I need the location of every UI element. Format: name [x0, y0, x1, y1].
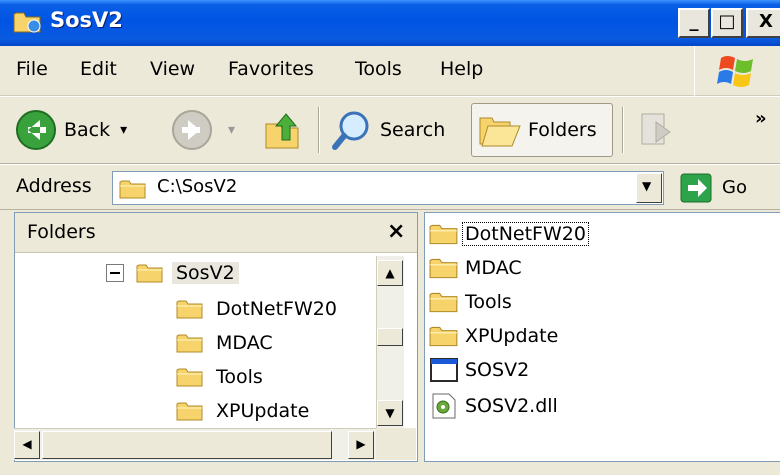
maximize-button[interactable]: □: [711, 8, 743, 38]
search-label: Search: [380, 119, 446, 141]
toolbar-separator-2: [622, 107, 624, 153]
scroll-corner: [376, 428, 416, 460]
folders-pane-header: Folders ×: [15, 213, 417, 253]
toolbar-separator: [318, 107, 320, 153]
tree-item-label: MDAC: [216, 332, 273, 354]
file-item-xpupdate[interactable]: XPUpdate: [429, 319, 560, 353]
file-item-label: MDAC: [465, 257, 522, 279]
address-value: C:\SosV2: [157, 176, 238, 197]
folder-icon: [429, 256, 459, 280]
forward-dropdown-icon[interactable]: ▾: [228, 122, 235, 138]
folder-icon: [176, 332, 204, 354]
tree-item-xpupdate[interactable]: XPUpdate: [176, 394, 313, 428]
dll-icon: [432, 393, 456, 419]
address-label: Address: [16, 175, 92, 197]
address-bar: Address C:\SosV2 ▼ Go: [0, 164, 780, 210]
search-icon: [332, 111, 369, 150]
address-input[interactable]: C:\SosV2: [112, 171, 664, 205]
tree-item-label: XPUpdate: [216, 400, 310, 422]
window-title: SosV2: [50, 8, 123, 32]
file-item-label: DotNetFW20: [462, 222, 589, 246]
scroll-left-button[interactable]: ◀: [14, 431, 40, 459]
horizontal-scroll-thumb[interactable]: [42, 431, 332, 459]
address-dropdown-button[interactable]: ▼: [636, 173, 662, 203]
folders-label: Folders: [528, 119, 597, 141]
folder-icon: [429, 324, 459, 348]
back-dropdown-icon[interactable]: ▾: [120, 122, 127, 138]
tree-item-tools[interactable]: Tools: [176, 360, 267, 394]
minimize-button[interactable]: _: [678, 8, 710, 38]
explorer-window: SosV2 _ □ X File Edit View Favorites Too…: [0, 0, 780, 475]
back-label: Back: [64, 119, 111, 141]
menu-help[interactable]: Help: [440, 58, 483, 80]
forward-button[interactable]: ▾: [170, 97, 235, 163]
folders-vertical-scrollbar[interactable]: ▲ ▼: [376, 256, 404, 428]
file-item-sosv2[interactable]: SOSV2: [429, 353, 531, 387]
tree-item-root[interactable]: SosV2: [136, 256, 239, 290]
collapse-toggle[interactable]: [106, 264, 124, 282]
file-item-label: XPUpdate: [465, 325, 559, 347]
move-to-icon: [641, 113, 671, 145]
menu-tools[interactable]: Tools: [355, 58, 402, 80]
folder-icon: [176, 366, 204, 388]
application-icon: [430, 358, 458, 382]
back-button[interactable]: Back ▾: [14, 97, 127, 163]
vertical-scroll-thumb[interactable]: [377, 328, 403, 346]
address-folder-icon: [119, 178, 147, 200]
back-arrow-icon: [16, 110, 56, 150]
menu-bar: File Edit View Favorites Tools Help: [0, 46, 780, 96]
tree-item-mdac[interactable]: MDAC: [176, 326, 277, 360]
file-item-sosv2-dll[interactable]: SOSV2.dll: [429, 389, 560, 423]
folder-icon: [136, 262, 164, 284]
up-folder-icon: [265, 113, 299, 149]
tree-item-label: Tools: [216, 366, 263, 388]
close-button[interactable]: X: [746, 8, 780, 38]
close-pane-icon[interactable]: ×: [387, 219, 405, 244]
folders-button[interactable]: Folders: [471, 103, 613, 157]
scroll-up-button[interactable]: ▲: [377, 260, 403, 286]
folders-horizontal-scrollbar[interactable]: ◀ ▶: [14, 428, 376, 460]
chevron-down-icon: ▼: [642, 179, 652, 193]
bottom-frame: [0, 462, 780, 475]
file-item-mdac[interactable]: MDAC: [429, 251, 524, 285]
file-list-pane: DotNetFW20 MDAC Tools XPUpdate SOSV2 SOS…: [424, 212, 780, 462]
tree-item-dotnetfw20[interactable]: DotNetFW20: [176, 292, 341, 326]
file-item-label: Tools: [465, 291, 512, 313]
folder-icon: [176, 400, 204, 422]
tree-item-label: SosV2: [172, 262, 239, 284]
folder-icon: [176, 298, 204, 320]
menu-favorites[interactable]: Favorites: [228, 58, 314, 80]
search-button[interactable]: Search: [330, 97, 445, 163]
folder-icon: [429, 222, 459, 246]
up-folder-button[interactable]: [262, 97, 306, 163]
menu-file[interactable]: File: [16, 58, 48, 80]
folders-pane-title: Folders: [27, 221, 96, 243]
menu-edit[interactable]: Edit: [80, 58, 117, 80]
file-item-label: SOSV2: [465, 359, 530, 381]
folder-icon: [429, 290, 459, 314]
windows-logo-icon: [717, 56, 753, 87]
move-to-button[interactable]: [636, 97, 680, 163]
toolbar-more-icon[interactable]: »: [755, 108, 767, 129]
go-arrow-icon[interactable]: [680, 173, 712, 203]
file-item-dotnetfw20[interactable]: DotNetFW20: [429, 217, 589, 251]
scroll-down-button[interactable]: ▼: [377, 400, 403, 426]
forward-arrow-icon: [172, 110, 212, 150]
menu-view[interactable]: View: [150, 58, 195, 80]
tree-item-label: DotNetFW20: [216, 298, 337, 320]
scroll-right-button[interactable]: ▶: [348, 431, 374, 459]
folder-window-icon: [13, 12, 41, 33]
file-item-label: SOSV2.dll: [465, 395, 558, 417]
go-label[interactable]: Go: [722, 177, 747, 198]
title-bar[interactable]: SosV2 _ □ X: [0, 0, 780, 46]
standard-toolbar: Back ▾ ▾ Search Folders: [0, 96, 780, 164]
folders-icon: [479, 117, 521, 147]
file-item-tools[interactable]: Tools: [429, 285, 514, 319]
